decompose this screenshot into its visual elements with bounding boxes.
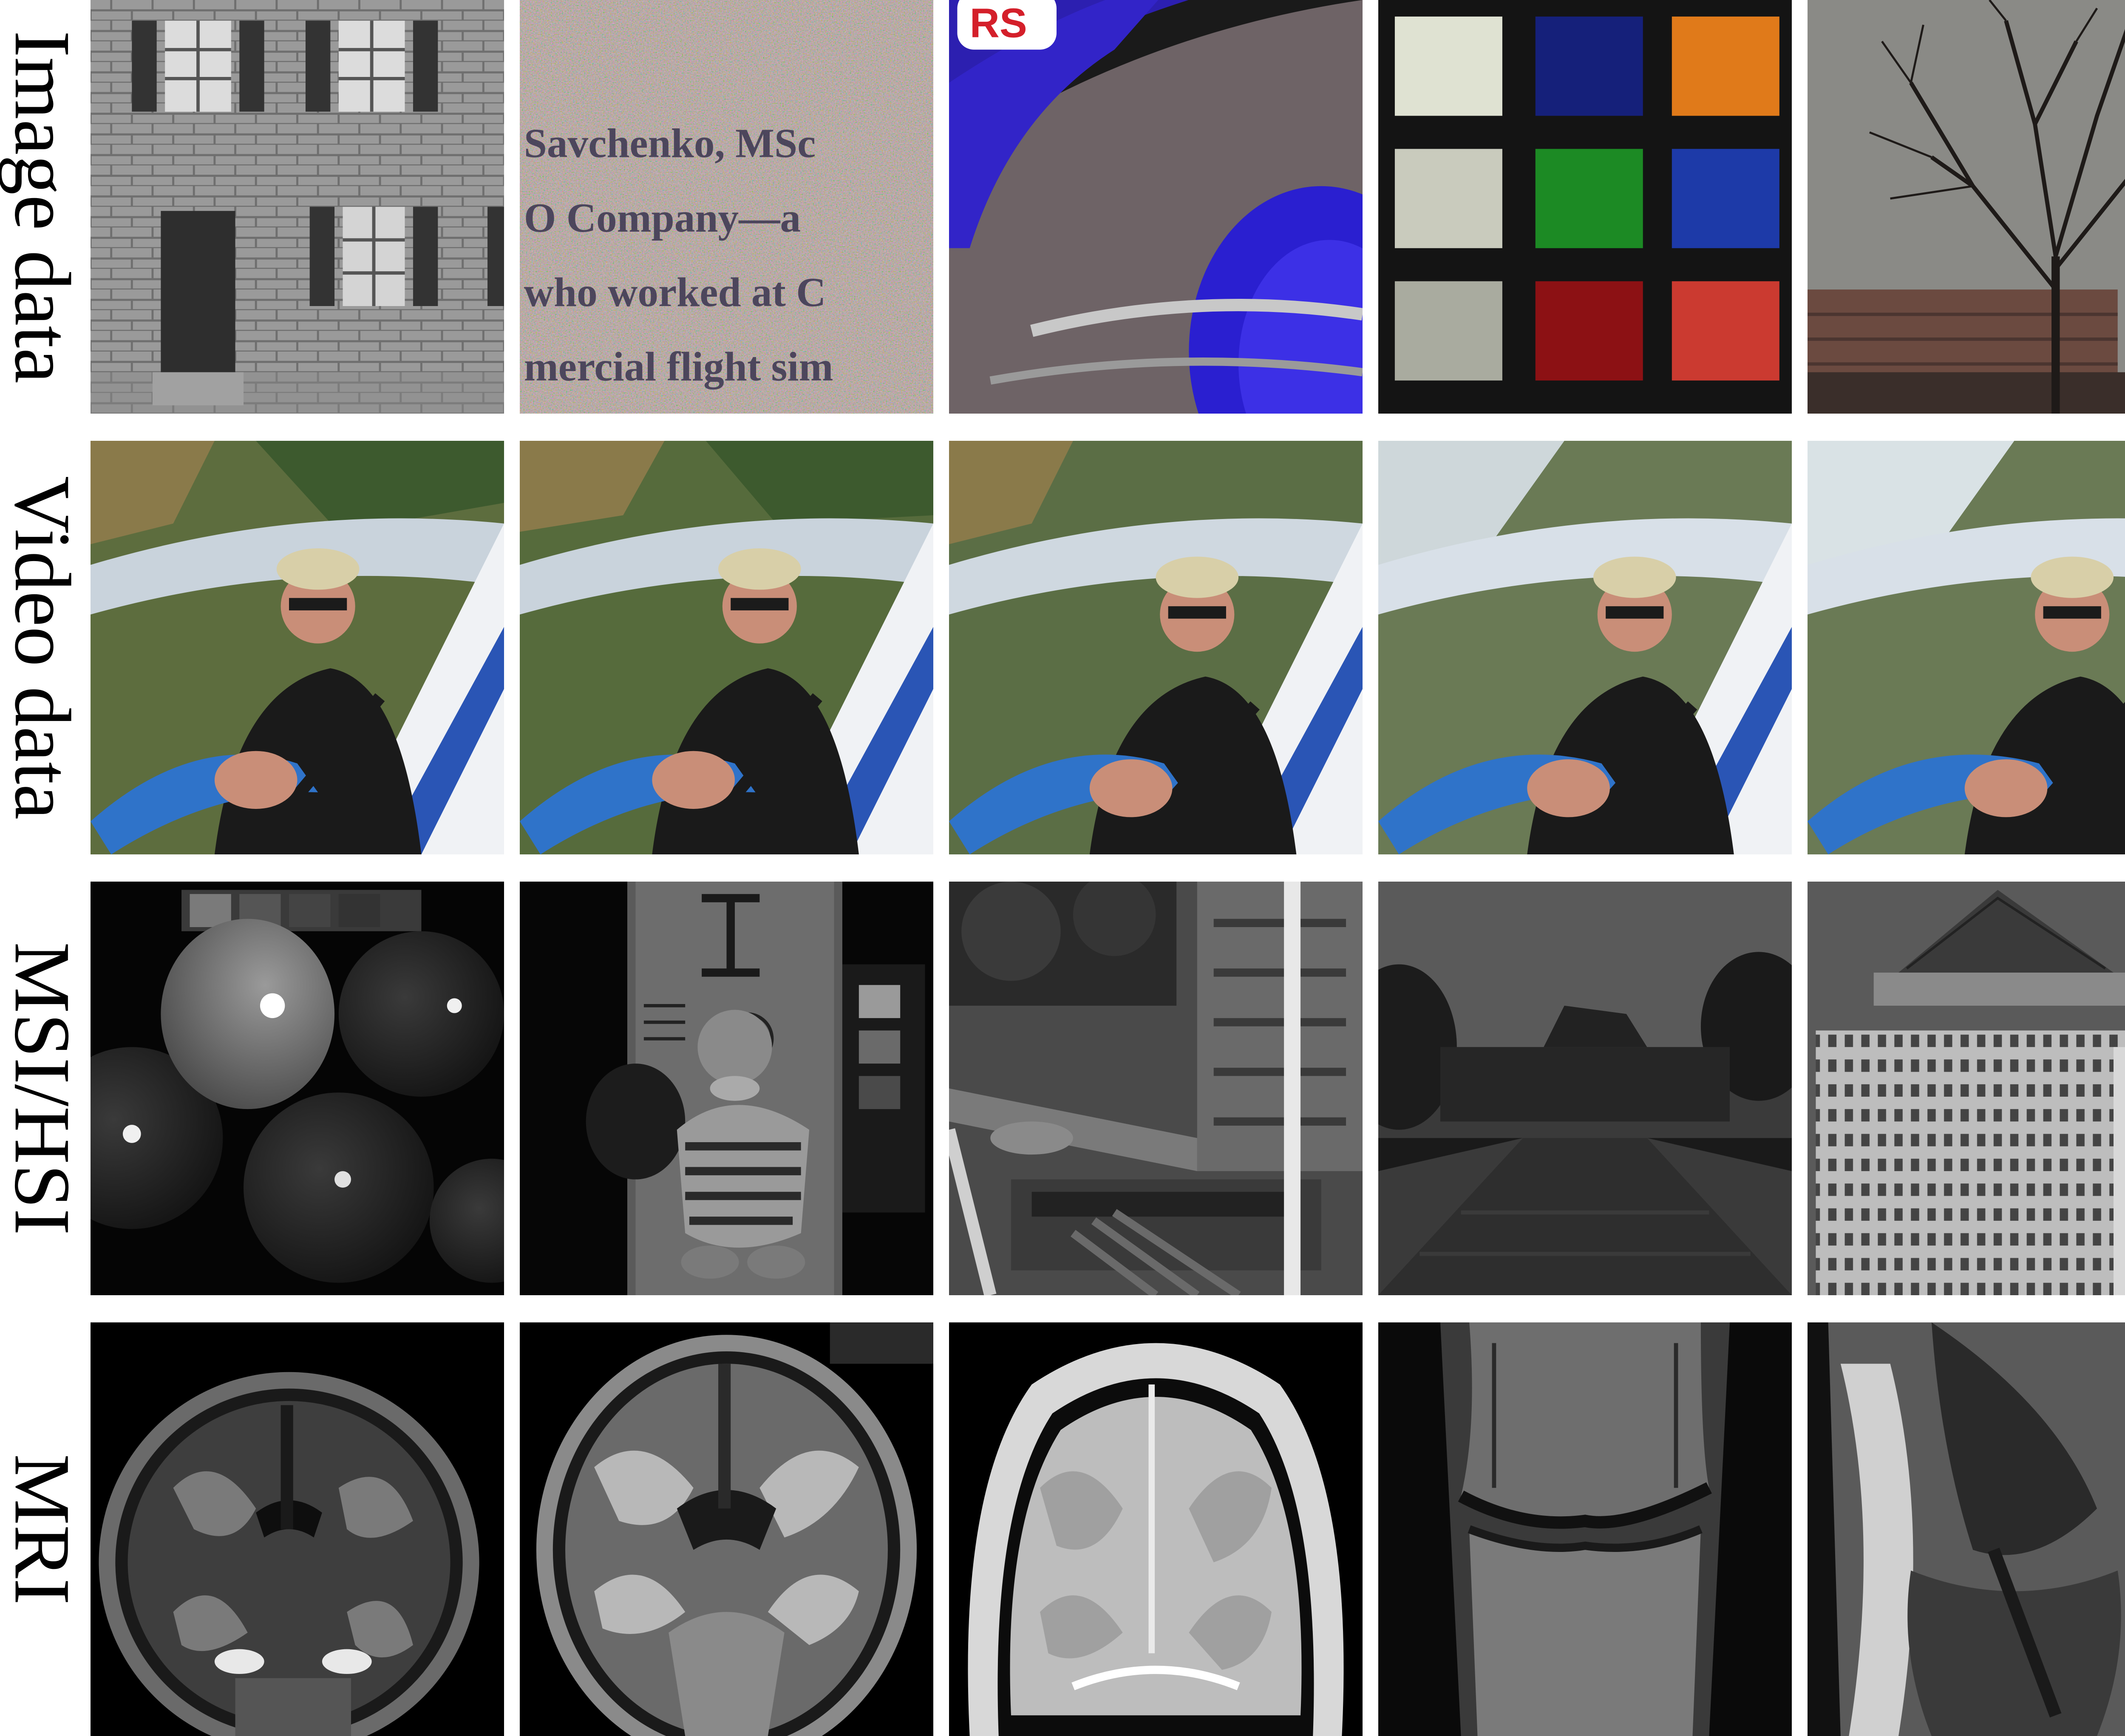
- row-label-image-data: Image data: [0, 30, 87, 383]
- msi-balloons: [91, 882, 504, 1295]
- row-label-video-data: Video data: [0, 476, 87, 820]
- msi-building: [1808, 882, 2125, 1295]
- image-bare-tree: [1808, 0, 2125, 414]
- mri-knee-1: [1378, 1322, 1792, 1736]
- noisy-text-line-4: mercial flight sim: [524, 344, 833, 390]
- logo-letters: RS: [970, 0, 1027, 46]
- mri-brain-coronal-3: [949, 1322, 1363, 1736]
- image-stone-house: [91, 0, 504, 414]
- mri-brain-coronal-2: [520, 1322, 933, 1736]
- image-color-checker: [1378, 0, 1792, 414]
- msi-campus-road: [1378, 882, 1792, 1295]
- image-blue-toy: RS: [949, 0, 1363, 414]
- image-noisy-text: Savchenko, MSc O Company—a who worked at…: [520, 0, 933, 414]
- video-frame-2: [520, 441, 933, 854]
- noisy-text-line-1: Savchenko, MSc: [524, 121, 816, 167]
- noisy-text-line-2: O Company—a: [524, 195, 801, 241]
- noisy-text-line-3: who worked at C: [524, 269, 826, 315]
- msi-street-bus: [949, 882, 1363, 1295]
- video-frame-3: [949, 441, 1363, 854]
- video-frame-1: [91, 441, 504, 854]
- video-frame-5: [1808, 441, 2125, 854]
- mri-brain-coronal-1: [91, 1322, 504, 1736]
- mri-knee-2: [1808, 1322, 2125, 1736]
- row-label-msi-hsi: MSI/HSI: [0, 942, 87, 1235]
- row-label-mri: MRI: [0, 1453, 88, 1605]
- video-frame-4: [1378, 441, 1792, 854]
- msi-toy-chart: [520, 882, 933, 1295]
